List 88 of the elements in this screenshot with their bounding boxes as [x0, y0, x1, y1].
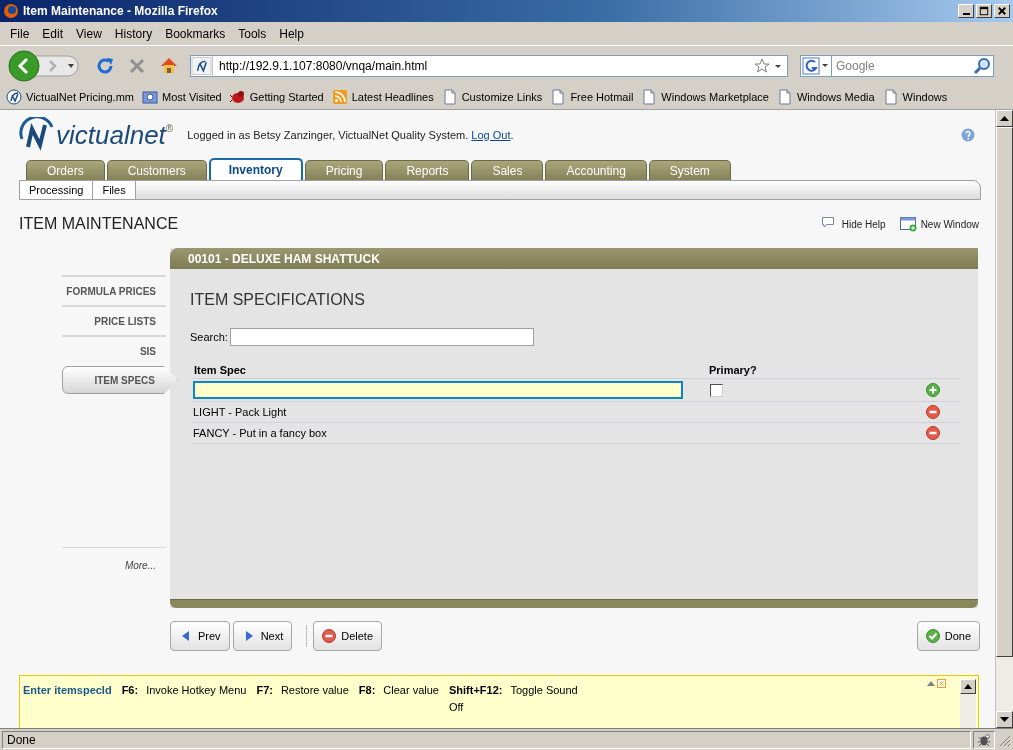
firefox-icon	[3, 3, 19, 19]
bug-icon[interactable]	[973, 730, 995, 749]
remove-icon	[322, 629, 337, 643]
remove-icon[interactable]	[926, 405, 940, 419]
search-engine-button[interactable]	[800, 54, 832, 77]
page-action-link[interactable]: New Window	[899, 216, 979, 232]
primary-checkbox[interactable]	[710, 383, 723, 397]
status-text: Done	[2, 730, 971, 749]
help-icon[interactable]	[961, 128, 975, 142]
maximize-icon	[977, 4, 991, 18]
delete-button[interactable]: Delete	[313, 621, 383, 651]
subnav-tab[interactable]: Processing	[20, 181, 94, 199]
search-label: Search:	[190, 329, 228, 345]
folder-icon	[142, 89, 158, 105]
column-header: Item Spec	[193, 362, 247, 378]
page-icon	[550, 89, 567, 105]
star-icon[interactable]	[753, 56, 771, 75]
back-forward-drawing[interactable]	[8, 50, 82, 81]
bookmark-item[interactable]: VictualNet Pricing.mm	[6, 88, 134, 106]
help-controls-icon[interactable]	[926, 679, 946, 689]
column-header: Primary?	[709, 362, 757, 378]
bookmark-item[interactable]: Free Hotmail	[550, 88, 634, 106]
page-title: ITEM MAINTENANCE	[19, 214, 179, 234]
minimize-button[interactable]	[958, 4, 974, 18]
site-icon	[6, 89, 22, 105]
bookmark-item[interactable]: Windows	[882, 88, 948, 106]
bookmark-item[interactable]: Getting Started	[229, 88, 324, 106]
site-icon	[191, 55, 213, 76]
hotkey-hint: F8: Clear value	[358, 683, 439, 698]
logo-mark-icon	[18, 117, 56, 153]
minimize-icon	[962, 13, 970, 15]
form-button[interactable]: Prev	[170, 621, 230, 651]
hotkey-hint: F7: Restore value	[256, 683, 349, 698]
page-icon	[776, 89, 793, 105]
menu-item[interactable]: Bookmarks	[160, 24, 231, 43]
page-icon	[882, 89, 899, 105]
form-button[interactable]: Next	[232, 621, 293, 651]
bug-icon	[229, 89, 246, 105]
check-icon	[925, 629, 940, 643]
item-spec-field[interactable]	[193, 381, 683, 399]
form-button[interactable]: Done	[916, 621, 980, 651]
help-title: Enter itemspecId	[23, 683, 112, 698]
table-cell-text: FANCY - Put in a fancy box	[192, 425, 327, 441]
hotkey-hint: F6: Invoke Hotkey Menu	[121, 683, 247, 698]
side-nav-item[interactable]: PRICE LISTS	[62, 305, 166, 335]
remove-icon[interactable]	[926, 426, 940, 440]
login-text: Logged in as Betsy Zanzinger, VictualNet Quality System. Log Out.	[187, 127, 514, 143]
menu-item[interactable]: History	[109, 24, 158, 43]
nav-tab[interactable]: Inventory	[208, 158, 303, 180]
address-field[interactable]: http://192.9.1.107:8080/vnqa/main.html	[190, 54, 788, 77]
close-button[interactable]	[994, 4, 1010, 18]
bookmark-item[interactable]: Windows Media	[776, 88, 875, 106]
web-search-field[interactable]: Google	[832, 54, 994, 77]
search-field[interactable]	[229, 328, 534, 346]
close-icon	[995, 4, 1009, 18]
subnav-tab[interactable]: Files	[93, 181, 136, 199]
window-add-icon	[899, 216, 917, 232]
search-engine-icon	[801, 55, 831, 76]
bookmark-item[interactable]: Customize Links	[441, 88, 543, 106]
bookmark-item[interactable]: Latest Headlines	[331, 88, 434, 106]
up-arrow-icon[interactable]	[964, 684, 972, 689]
hotkey-hint: Shift+F12: Toggle Sound Off	[448, 683, 579, 715]
page-icon	[641, 89, 658, 105]
page-action-link[interactable]: Hide Help	[820, 216, 886, 232]
menu-item[interactable]: View	[71, 24, 107, 43]
menu-item[interactable]: File	[5, 24, 35, 43]
maximize-button[interactable]	[976, 4, 992, 18]
window-title: Item Maintenance - Mozilla Firefox	[23, 3, 218, 20]
menu-item[interactable]: Tools	[233, 24, 272, 43]
side-nav-item[interactable]: ITEM SPECS	[62, 366, 178, 394]
up-arrow-icon[interactable]	[1000, 115, 1009, 122]
bookmark-item[interactable]: Windows Marketplace	[641, 88, 769, 106]
victualnet-logo: victualnet®	[18, 117, 174, 153]
panel-title-bar: 00101 - DELUXE HAM SHATTUCK	[170, 248, 978, 269]
more-link[interactable]: More...	[124, 560, 156, 571]
section-heading: ITEM SPECIFICATIONS	[190, 290, 366, 310]
down-arrow-icon[interactable]	[1000, 716, 1009, 723]
search-icon[interactable]	[972, 55, 992, 76]
menu-item[interactable]: Help	[274, 24, 309, 43]
help-scrollbar[interactable]	[960, 679, 976, 728]
bookmark-item[interactable]: Most Visited	[142, 88, 222, 106]
feed-icon	[331, 89, 348, 105]
table-cell-text: LIGHT - Pack Light	[192, 404, 287, 420]
page-icon	[441, 89, 458, 105]
add-icon[interactable]	[926, 383, 940, 397]
side-nav-item[interactable]: FORMULA PRICES	[62, 275, 166, 305]
scrollbar[interactable]	[995, 110, 1013, 728]
menu-item[interactable]: Edit	[37, 24, 69, 43]
